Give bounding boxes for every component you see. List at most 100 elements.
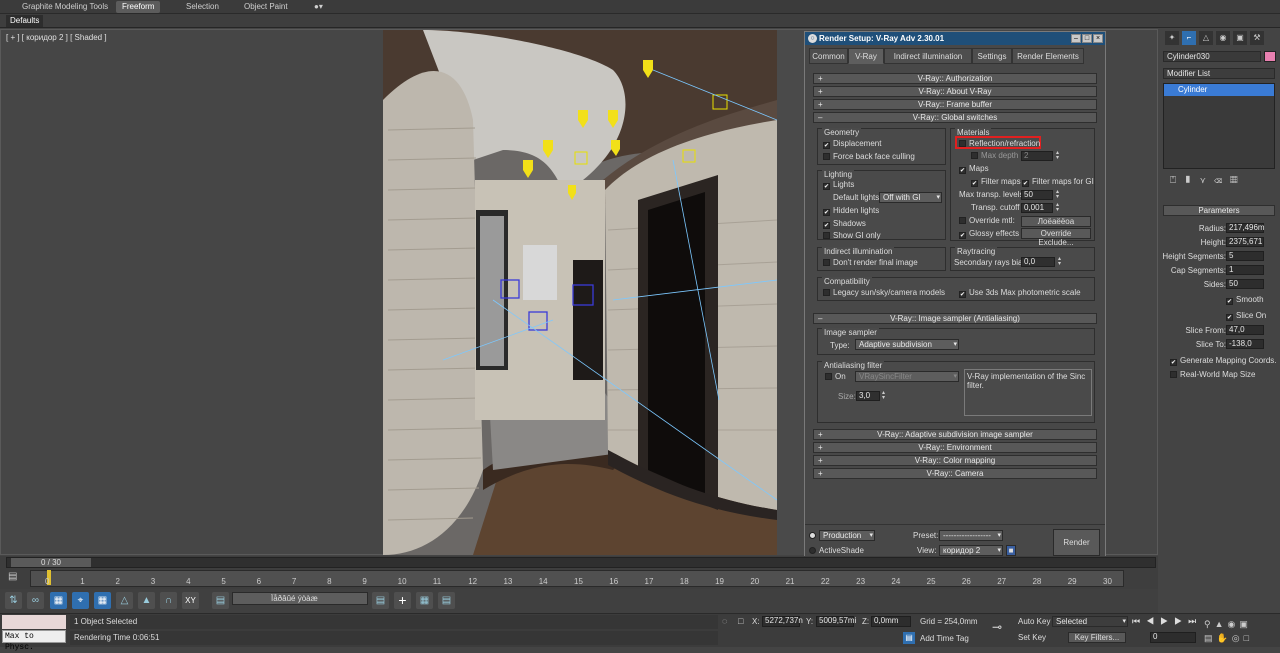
maxscript-listener[interactable]: Max to Physc. xyxy=(2,630,66,652)
select-link-icon[interactable]: ⇅ xyxy=(5,592,22,609)
auto-key-button[interactable]: Auto Key xyxy=(1018,617,1050,626)
object-color-swatch[interactable] xyxy=(1264,51,1276,62)
default-lights-dropdown[interactable]: Off with GI xyxy=(879,192,942,203)
tab-render-elements[interactable]: Render Elements xyxy=(1012,48,1084,64)
lights-checkbox[interactable]: Lights xyxy=(823,180,854,190)
hidden-lights-checkbox[interactable]: Hidden lights xyxy=(823,206,879,216)
slice-on-checkbox[interactable]: Slice On xyxy=(1226,311,1266,321)
sides-field[interactable]: 50 xyxy=(1226,279,1264,289)
dialog-titlebar[interactable]: Render Setup: V-Ray Adv 2.30.01 xyxy=(805,32,1105,45)
close-button[interactable]: × xyxy=(1093,34,1103,43)
rollout-camera[interactable]: + V-Ray:: Camera xyxy=(813,468,1097,479)
named-sets-icon[interactable]: ▤ xyxy=(212,592,229,609)
ribbon-tab-selection[interactable]: Selection xyxy=(180,1,225,13)
time-slider-thumb[interactable]: 0 / 30 xyxy=(11,558,91,567)
rollout-image-sampler[interactable]: – V-Ray:: Image sampler (Antialiasing) xyxy=(813,313,1097,324)
ribbon-tab-object-paint[interactable]: Object Paint xyxy=(238,1,294,13)
time-slider-track[interactable]: 0 / 30 xyxy=(6,557,1156,568)
rollout-environment[interactable]: + V-Ray:: Environment xyxy=(813,442,1097,453)
generate-mapping-checkbox[interactable]: Generate Mapping Coords. xyxy=(1170,356,1277,366)
xy-axis-icon[interactable]: XY xyxy=(182,592,199,609)
aa-filter-on-checkbox[interactable]: On xyxy=(825,372,846,381)
view-dropdown[interactable]: коридор 2 xyxy=(939,545,1003,556)
rollout-adaptive-subdivision[interactable]: + V-Ray:: Adaptive subdivision image samp… xyxy=(813,429,1097,440)
viewport-label[interactable]: [ + ] [ коридор 2 ] [ Shaded ] xyxy=(6,33,107,42)
max-transp-spinner[interactable]: ▴ ▾ xyxy=(1056,189,1062,200)
displacement-checkbox[interactable]: Displacement xyxy=(823,139,881,149)
object-name-field[interactable]: Cylinder030 xyxy=(1163,51,1261,62)
maxscript-mini-listener[interactable] xyxy=(2,615,66,629)
rect-select-icon[interactable]: △ xyxy=(116,592,133,609)
secondary-bias-field[interactable]: 0,0 xyxy=(1021,257,1055,267)
slice-from-field[interactable]: 47,0 xyxy=(1226,325,1264,335)
modifier-list-dropdown[interactable]: Modifier List xyxy=(1163,68,1275,79)
filter-maps-checkbox[interactable]: Filter maps xyxy=(971,177,1021,187)
ribbon-tab-graphite[interactable]: Graphite Modeling Tools xyxy=(16,1,114,13)
tab-settings[interactable]: Settings xyxy=(972,48,1012,64)
production-dropdown[interactable]: Production xyxy=(819,530,875,541)
time-tag-icon[interactable]: ▤ xyxy=(903,632,915,644)
selection-set-dropdown[interactable]: Ïåðâûé ýòàæ xyxy=(232,592,368,605)
hierarchy-tab-icon[interactable]: △ xyxy=(1199,31,1213,45)
minimize-button[interactable]: – xyxy=(1071,34,1081,43)
y-coordinate-field[interactable]: 5009,57mi xyxy=(816,616,856,627)
tab-common[interactable]: Common xyxy=(809,48,848,64)
rollout-about[interactable]: + V-Ray:: About V-Ray xyxy=(813,86,1097,97)
real-world-map-checkbox[interactable]: Real-World Map Size xyxy=(1170,370,1255,379)
stack-tools[interactable]: ⍞▮⋎⌫▦ xyxy=(1170,175,1274,187)
smooth-checkbox[interactable]: Smooth xyxy=(1226,295,1264,305)
current-frame-field[interactable]: 0 xyxy=(1150,632,1196,643)
key-icon[interactable]: ⊸ xyxy=(992,620,1002,634)
production-radio[interactable] xyxy=(809,531,819,540)
bind-space-warp-icon[interactable]: ▦ xyxy=(50,592,67,609)
absolute-mode-icon[interactable]: □ xyxy=(738,616,743,626)
add-time-tag[interactable]: Add Time Tag xyxy=(920,634,969,643)
lock-view-button[interactable]: ■ xyxy=(1006,545,1016,556)
aa-size-spinner[interactable]: ▴ ▾ xyxy=(882,390,888,401)
cap-segments-field[interactable]: 1 xyxy=(1226,265,1264,275)
override-mtl-checkbox[interactable]: Override mtl: xyxy=(959,216,1015,225)
display-tab-icon[interactable]: ▣ xyxy=(1233,31,1247,45)
use-3ds-photometric-checkbox[interactable]: Use 3ds Max photometric scale xyxy=(959,288,1081,298)
maximize-button[interactable]: □ xyxy=(1082,34,1092,43)
parameters-rollout[interactable]: Parameters xyxy=(1163,205,1275,216)
secondary-bias-spinner[interactable]: ▴ ▾ xyxy=(1058,256,1064,267)
unlink-icon[interactable]: ∞ xyxy=(27,592,44,609)
reflection-refraction-checkbox[interactable]: Reflection/refraction xyxy=(959,139,1040,148)
sampler-type-dropdown[interactable]: Adaptive subdivision xyxy=(855,339,959,350)
radius-field[interactable]: 217,496m xyxy=(1226,223,1265,233)
key-filters-button[interactable]: Key Filters... xyxy=(1068,632,1126,643)
tab-vray[interactable]: V-Ray xyxy=(848,48,884,64)
utilities-tab-icon[interactable]: ⚒ xyxy=(1250,31,1264,45)
create-tab-icon[interactable]: ✦ xyxy=(1165,31,1179,45)
layer-manager-icon[interactable]: ▤ xyxy=(438,592,455,609)
rollout-color-mapping[interactable]: + V-Ray:: Color mapping xyxy=(813,455,1097,466)
rollout-global-switches[interactable]: – V-Ray:: Global switches xyxy=(813,112,1097,123)
transp-cutoff-field[interactable]: 0,001 xyxy=(1021,203,1053,213)
lock-icon[interactable]: ◌ xyxy=(722,616,727,626)
force-back-face-checkbox[interactable]: Force back face culling xyxy=(823,152,915,161)
set-key-button[interactable]: Set Key xyxy=(1018,633,1046,642)
mirror-icon[interactable]: ▤ xyxy=(372,592,389,609)
override-mtl-button[interactable]: Лоёаёёоа xyxy=(1021,216,1091,227)
tab-indirect-illumination[interactable]: Indirect illumination xyxy=(884,48,972,64)
dont-render-final-checkbox[interactable]: Don't render final image xyxy=(823,258,918,267)
defaults-label[interactable]: Defaults xyxy=(6,15,44,27)
rollout-authorization[interactable]: + V-Ray:: Authorization xyxy=(813,73,1097,84)
align-icon[interactable]: ▦ xyxy=(416,592,433,609)
slice-to-field[interactable]: -138,0 xyxy=(1226,339,1264,349)
maps-checkbox[interactable]: Maps xyxy=(959,164,989,174)
glossy-effects-checkbox[interactable]: Glossy effects xyxy=(959,229,1019,239)
activeshade-radio[interactable]: ActiveShade xyxy=(809,546,864,555)
preset-dropdown[interactable]: ------------------ xyxy=(939,530,1003,541)
stack-item-cylinder[interactable]: Cylinder xyxy=(1164,84,1274,96)
x-coordinate-field[interactable]: 5272,737n xyxy=(762,616,803,627)
magnet-icon[interactable]: ∩ xyxy=(160,592,177,609)
filter-maps-gi-checkbox[interactable]: Filter maps for GI xyxy=(1022,177,1094,187)
show-gi-only-checkbox[interactable]: Show GI only xyxy=(823,231,881,240)
add-icon[interactable]: + xyxy=(394,592,411,609)
viewport-nav-controls[interactable]: ⚲▲◉▣ ▤✋◎□ xyxy=(1204,617,1276,645)
scene-render[interactable] xyxy=(383,30,777,555)
transp-cutoff-spinner[interactable]: ▴ ▾ xyxy=(1056,202,1062,213)
shadows-checkbox[interactable]: Shadows xyxy=(823,219,866,229)
